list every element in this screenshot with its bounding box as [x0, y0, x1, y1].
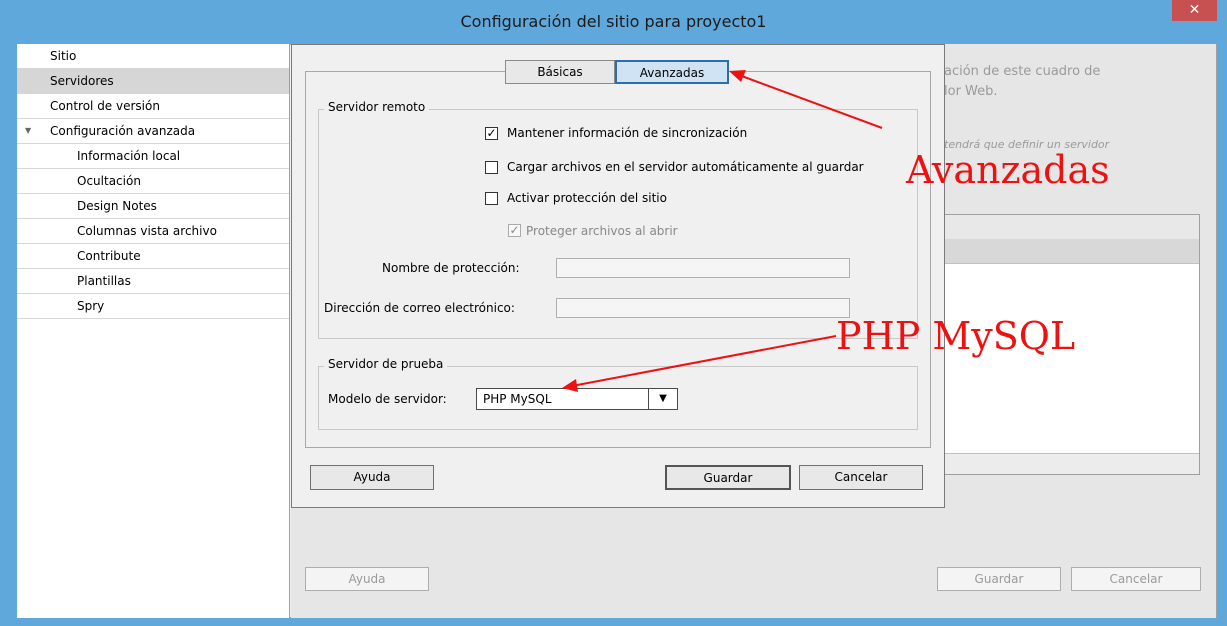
arrow-line-php-mysql	[571, 335, 837, 387]
arrow-line-avanzadas	[738, 74, 883, 129]
annotation-arrows	[562, 70, 883, 392]
annotation-php-mysql: PHP MySQL	[836, 314, 1076, 358]
arrow-head-php-mysql	[562, 379, 578, 392]
annotation-avanzadas: Avanzadas	[906, 148, 1110, 192]
arrow-head-avanzadas	[729, 70, 746, 82]
